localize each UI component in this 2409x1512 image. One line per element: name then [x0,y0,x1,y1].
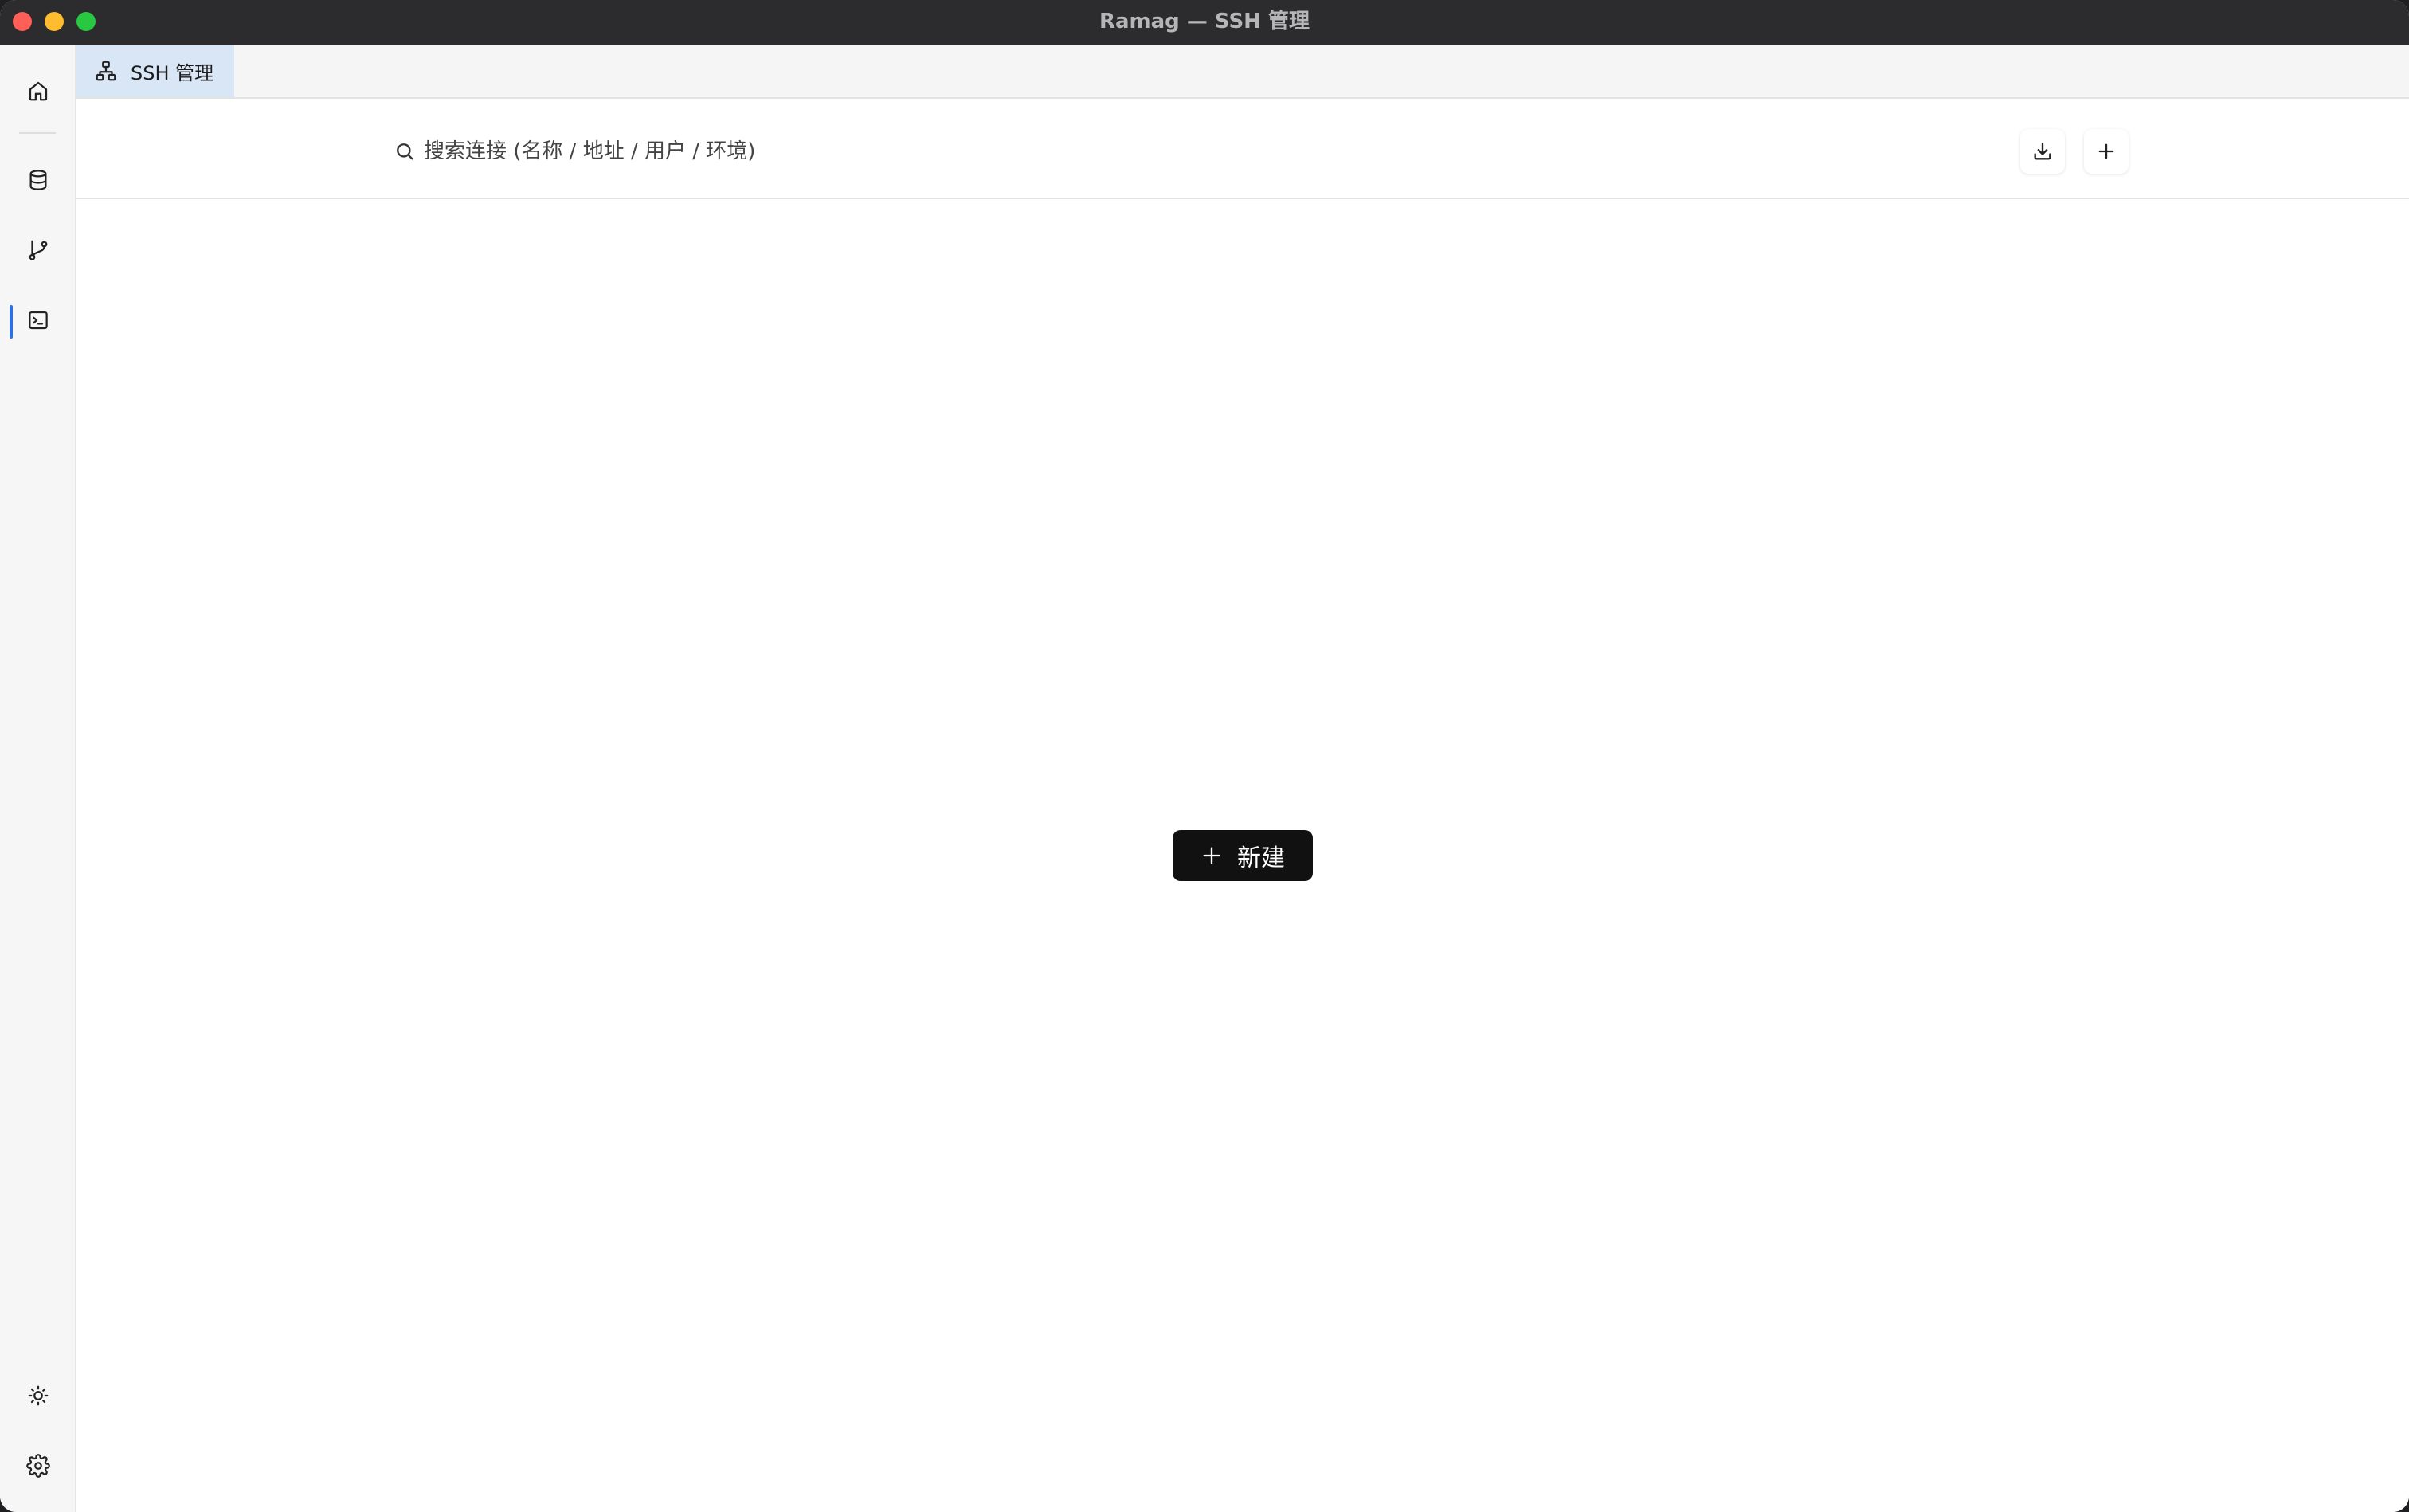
app-window: Ramag — SSH 管理 SSH 管理 搜索连接 (名称 / 地址 / 用户… [0,0,2409,1512]
rail-item-git[interactable] [16,228,61,272]
tab-strip: SSH 管理 [76,45,2409,99]
tab-ssh-manager[interactable]: SSH 管理 [76,45,234,97]
rail-divider [19,132,56,134]
sun-icon [28,1385,49,1406]
database-icon [29,170,47,190]
rail-item-terminal[interactable] [16,298,61,343]
rail-item-database[interactable] [16,158,61,202]
rail-item-theme-toggle[interactable] [16,1373,61,1418]
window-title: Ramag — SSH 管理 [1099,10,1310,33]
gear-icon [26,1454,50,1478]
toolbar [76,99,2409,199]
search-box [381,132,953,170]
title-bar: Ramag — SSH 管理 [0,0,2409,45]
new-button-label: 新建 [1237,844,1285,872]
home-icon [29,81,48,101]
rail-active-indicator [10,305,13,339]
network-icon [96,61,116,81]
terminal-icon [29,311,48,330]
search-input[interactable] [422,139,935,164]
activity-rail [0,45,76,1512]
download-icon [2034,143,2051,160]
plus-icon [2098,143,2114,159]
rail-item-home[interactable] [16,69,61,113]
new-connection-button[interactable]: 新建 [1173,830,1313,881]
rail-item-settings[interactable] [16,1443,61,1488]
add-connection-button[interactable] [2084,129,2129,174]
import-button[interactable] [2020,129,2065,174]
plus-icon [1203,847,1220,864]
git-branch-icon [29,240,48,260]
tab-label: SSH 管理 [131,61,214,84]
search-icon [397,143,413,160]
connection-list-area: 新建 [76,199,2409,1512]
